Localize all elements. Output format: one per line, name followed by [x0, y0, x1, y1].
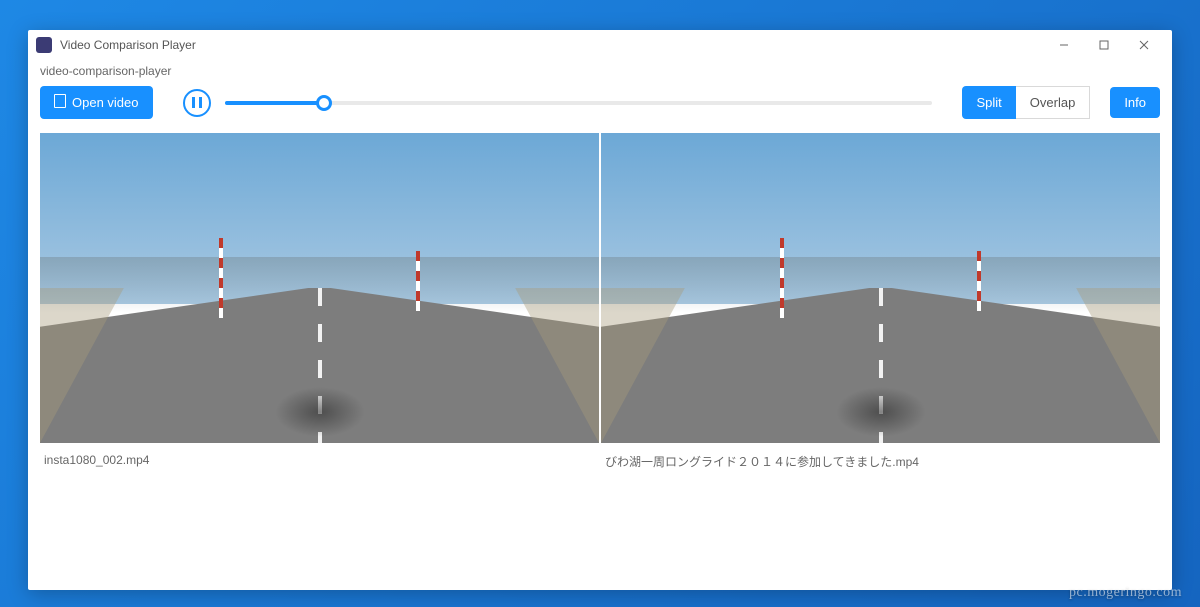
minimize-icon	[1059, 40, 1069, 50]
mode-buttons: Split Overlap	[962, 86, 1090, 119]
overlap-button[interactable]: Overlap	[1016, 86, 1091, 119]
video-pane-right: びわ湖一周ロングライド２０１４に参加してきました.mp4	[601, 133, 1160, 480]
maximize-icon	[1099, 40, 1109, 50]
file-icon	[54, 94, 66, 111]
watermark: pc.mogeringo.com	[1069, 585, 1182, 601]
minimize-button[interactable]	[1044, 30, 1084, 60]
split-button[interactable]: Split	[962, 86, 1015, 119]
filename-left: insta1080_002.mp4	[40, 443, 599, 477]
window-title: Video Comparison Player	[60, 38, 196, 52]
titlebar: Video Comparison Player	[28, 30, 1172, 60]
pause-button[interactable]	[183, 89, 211, 117]
info-button[interactable]: Info	[1110, 87, 1160, 118]
video-frame-right[interactable]	[601, 133, 1160, 443]
window-controls	[1044, 30, 1164, 60]
video-frame-left[interactable]	[40, 133, 599, 443]
page-subtitle: video-comparison-player	[28, 60, 1172, 86]
maximize-button[interactable]	[1084, 30, 1124, 60]
close-button[interactable]	[1124, 30, 1164, 60]
open-video-label: Open video	[72, 95, 139, 110]
playback-controls	[183, 89, 933, 117]
seek-slider[interactable]	[225, 100, 933, 106]
app-icon	[36, 37, 52, 53]
video-comparison-area: insta1080_002.mp4 びわ湖一周ロングライド２０１４に参加してきま…	[28, 133, 1172, 480]
open-video-button[interactable]: Open video	[40, 86, 153, 119]
close-icon	[1139, 40, 1149, 50]
video-pane-left: insta1080_002.mp4	[40, 133, 599, 480]
app-window: Video Comparison Player video-comparison…	[28, 30, 1172, 590]
slider-thumb[interactable]	[316, 95, 332, 111]
filename-right: びわ湖一周ロングライド２０１４に参加してきました.mp4	[601, 443, 1160, 480]
slider-fill	[225, 101, 324, 105]
toolbar: Open video Split Overlap Info	[28, 86, 1172, 133]
